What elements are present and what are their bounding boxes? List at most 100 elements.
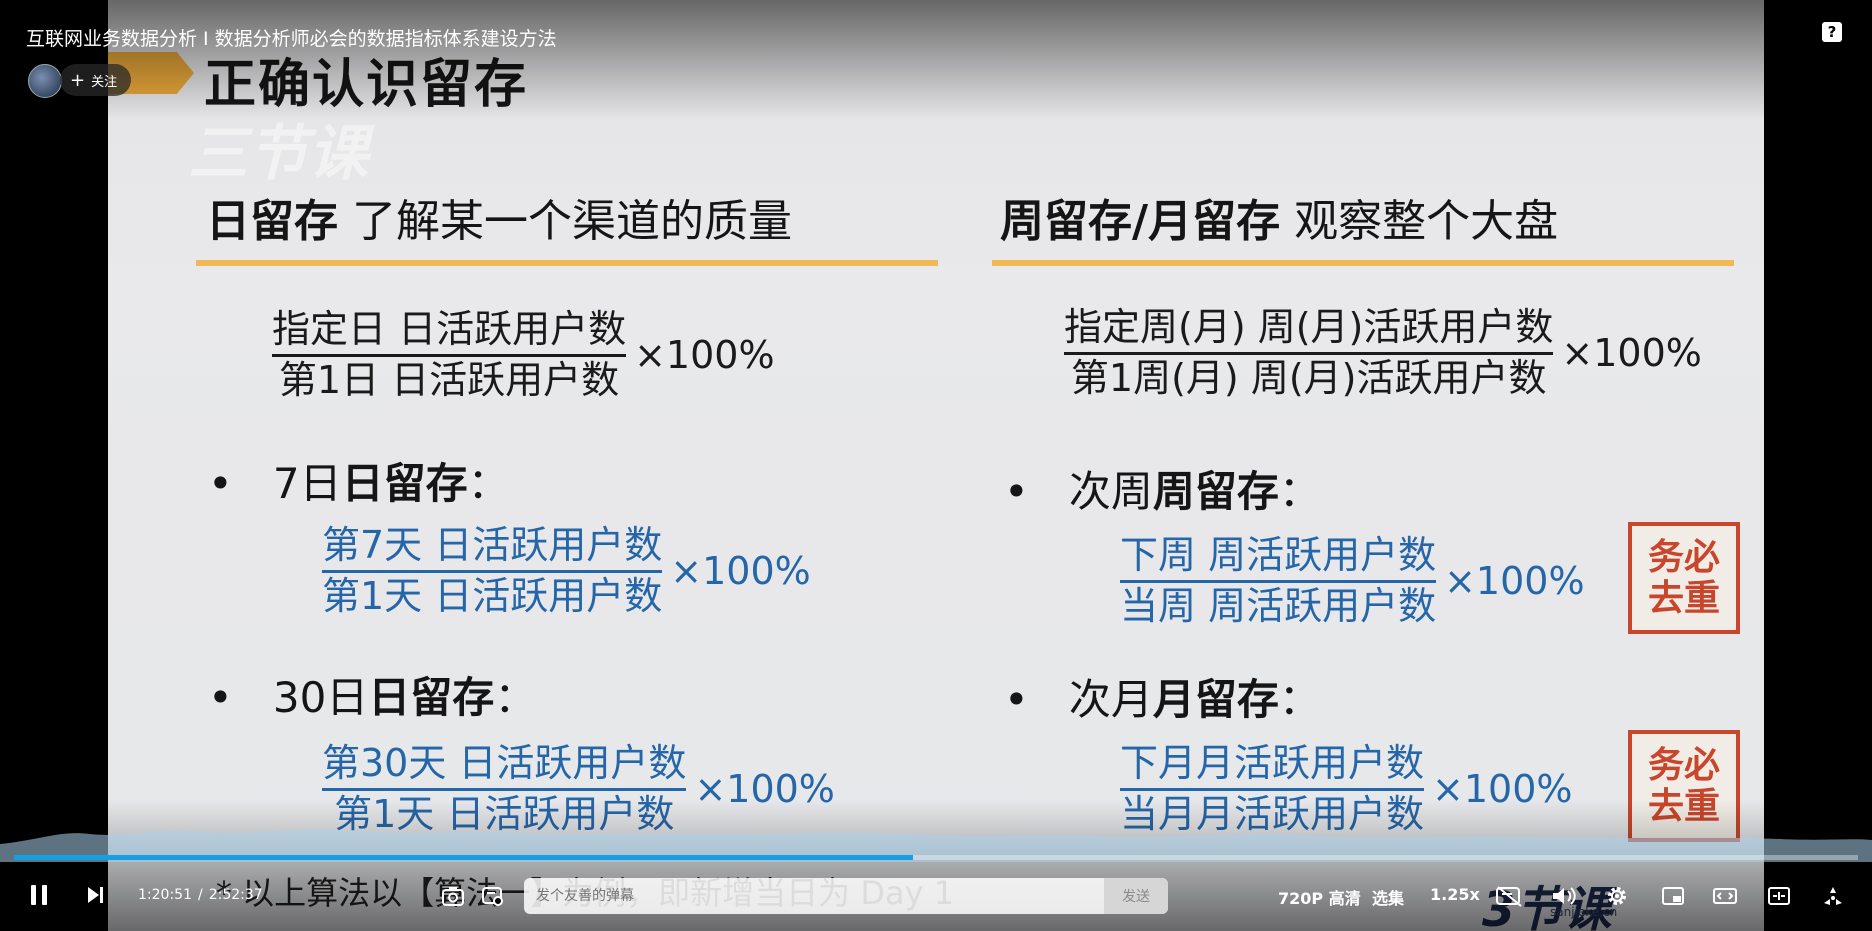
formula-numerator: 下月月活跃用户数	[1120, 741, 1425, 785]
quality-selector[interactable]: 720P 高清	[1278, 885, 1361, 909]
duration: 2:52:37	[208, 887, 263, 903]
right-heading-bold: 周留存/月留存	[1000, 196, 1281, 247]
danmaku-settings-icon	[482, 887, 503, 906]
fraction-bar	[1064, 351, 1554, 355]
widescreen-icon	[1713, 888, 1737, 904]
formula-denominator: 第1日 日活跃用户数	[278, 357, 620, 402]
fraction-bar	[322, 787, 687, 791]
formula-multiplier: ×100%	[1561, 331, 1702, 376]
bullet-prefix: 30日	[272, 673, 369, 722]
picture-in-picture-icon	[1662, 887, 1684, 905]
bullet-colon: ：	[494, 673, 537, 722]
bullet-dot: •	[208, 459, 233, 508]
video-player[interactable]: 正确认识留存 三节课 日留存 了解某一个渠道的质量 指定日 日活跃用户数 第1日…	[0, 0, 1872, 931]
time-separator: /	[197, 887, 203, 903]
fullscreen-icon	[1824, 887, 1842, 905]
danmaku-off-icon	[1496, 886, 1522, 907]
fraction-bar	[1120, 579, 1437, 583]
stamp-line1: 务必	[1647, 536, 1720, 578]
dedupe-stamp-week: 务必 去重	[1628, 522, 1740, 634]
current-time: 1:20:51	[138, 887, 192, 903]
volume-icon	[1553, 887, 1576, 905]
danmaku-settings-button[interactable]	[480, 884, 506, 908]
left-heading-rest: 了解某一个渠道的质量	[338, 196, 792, 247]
uploader-avatar[interactable]	[28, 64, 62, 98]
left-heading-underline	[196, 260, 938, 266]
bullet-colon: ：	[467, 459, 510, 508]
gear-icon	[1608, 887, 1626, 905]
bullet-prefix: 次周	[1068, 467, 1153, 516]
settings-button[interactable]	[1604, 884, 1630, 908]
pause-button[interactable]	[26, 882, 52, 908]
formula-multiplier: ×100%	[634, 333, 775, 378]
formula-numerator: 指定周(月) 周(月)活跃用户数	[1064, 305, 1554, 349]
left-7day-formula: 第7天 日活跃用户数 第1天 日活跃用户数 ×100%	[322, 523, 811, 618]
fullscreen-button[interactable]	[1820, 884, 1846, 908]
pause-icon	[31, 885, 47, 905]
formula-multiplier: ×100%	[1432, 767, 1573, 812]
follow-button[interactable]: + 关注	[60, 64, 132, 96]
web-fullscreen-button[interactable]	[1766, 884, 1792, 908]
bullet-dot: •	[1004, 467, 1029, 516]
formula-denominator: 当周 周活跃用户数	[1120, 583, 1437, 628]
left-heading-bold: 日留存	[206, 196, 338, 247]
right-bullet-week: • 次周周留存：	[1004, 458, 1321, 519]
plus-icon: +	[70, 69, 86, 91]
formula-denominator: 第1天 日活跃用户数	[322, 573, 663, 618]
video-frame: 正确认识留存 三节课 日留存 了解某一个渠道的质量 指定日 日活跃用户数 第1日…	[108, 0, 1764, 931]
fraction-bar	[1120, 787, 1425, 791]
bullet-colon: ：	[1278, 467, 1321, 516]
next-icon	[88, 887, 103, 903]
formula-multiplier: ×100%	[694, 767, 835, 812]
pip-button[interactable]	[1660, 884, 1686, 908]
left-bullet-30day: • 30日日留存：	[208, 664, 536, 725]
danmaku-toggle-button[interactable]	[1494, 884, 1524, 908]
bullet-bold: 日留存	[341, 459, 468, 508]
bullet-dot: •	[1004, 675, 1029, 724]
right-heading-rest: 观察整个大盘	[1280, 196, 1559, 247]
formula-numerator: 第30天 日活跃用户数	[322, 741, 687, 785]
right-heading-underline	[992, 260, 1734, 266]
send-button[interactable]: 发送	[1104, 878, 1168, 914]
danmaku-box: 发送	[524, 878, 1168, 914]
formula-numerator: 下周 周活跃用户数	[1120, 533, 1437, 577]
formula-numerator: 指定日 日活跃用户数	[272, 307, 627, 351]
stamp-line2: 去重	[1647, 578, 1720, 619]
bullet-bold: 月留存	[1152, 675, 1279, 724]
left-main-formula: 指定日 日活跃用户数 第1日 日活跃用户数 ×100%	[272, 307, 775, 402]
time-display: 1:20:51 / 2:52:37	[138, 887, 263, 903]
volume-button[interactable]	[1550, 884, 1578, 908]
fraction-bar	[322, 569, 663, 573]
right-main-formula: 指定周(月) 周(月)活跃用户数 第1周(月) 周(月)活跃用户数 ×100%	[1064, 305, 1702, 400]
right-week-formula: 下周 周活跃用户数 当周 周活跃用户数 ×100%	[1120, 533, 1585, 628]
right-section-heading: 周留存/月留存 观察整个大盘	[1000, 185, 1558, 249]
web-fullscreen-icon	[1768, 887, 1790, 905]
left-bullet-7day: • 7日日留存：	[208, 450, 510, 511]
progress-played[interactable]	[14, 855, 913, 860]
screenshot-button[interactable]	[440, 884, 466, 908]
bullet-dot: •	[208, 673, 233, 722]
formula-denominator: 第1周(月) 周(月)活跃用户数	[1070, 355, 1547, 400]
formula-multiplier: ×100%	[1444, 559, 1585, 604]
danmaku-input[interactable]	[524, 878, 1128, 914]
right-bullet-month: • 次月月留存：	[1004, 666, 1321, 727]
episodes-button[interactable]: 选集	[1372, 885, 1404, 909]
help-icon[interactable]: ?	[1822, 22, 1842, 42]
fraction-bar	[272, 353, 627, 357]
widescreen-button[interactable]	[1712, 884, 1738, 908]
playback-speed[interactable]: 1.25x	[1430, 885, 1480, 904]
video-title: 互联网业务数据分析 I 数据分析师必会的数据指标体系建设方法	[26, 28, 557, 50]
camera-icon	[442, 887, 464, 906]
follow-label: 关注	[91, 74, 118, 90]
bullet-colon: ：	[1278, 675, 1321, 724]
next-button[interactable]	[82, 882, 108, 908]
slide-watermark: 三节课	[188, 119, 368, 189]
formula-numerator: 第7天 日活跃用户数	[322, 523, 663, 567]
bullet-bold: 日留存	[368, 673, 495, 722]
bullet-bold: 周留存	[1152, 467, 1279, 516]
formula-multiplier: ×100%	[670, 549, 811, 594]
bullet-prefix: 次月	[1068, 675, 1153, 724]
left-section-heading: 日留存 了解某一个渠道的质量	[206, 185, 792, 249]
bullet-prefix: 7日	[272, 459, 342, 508]
stamp-line1: 务必	[1647, 744, 1720, 786]
